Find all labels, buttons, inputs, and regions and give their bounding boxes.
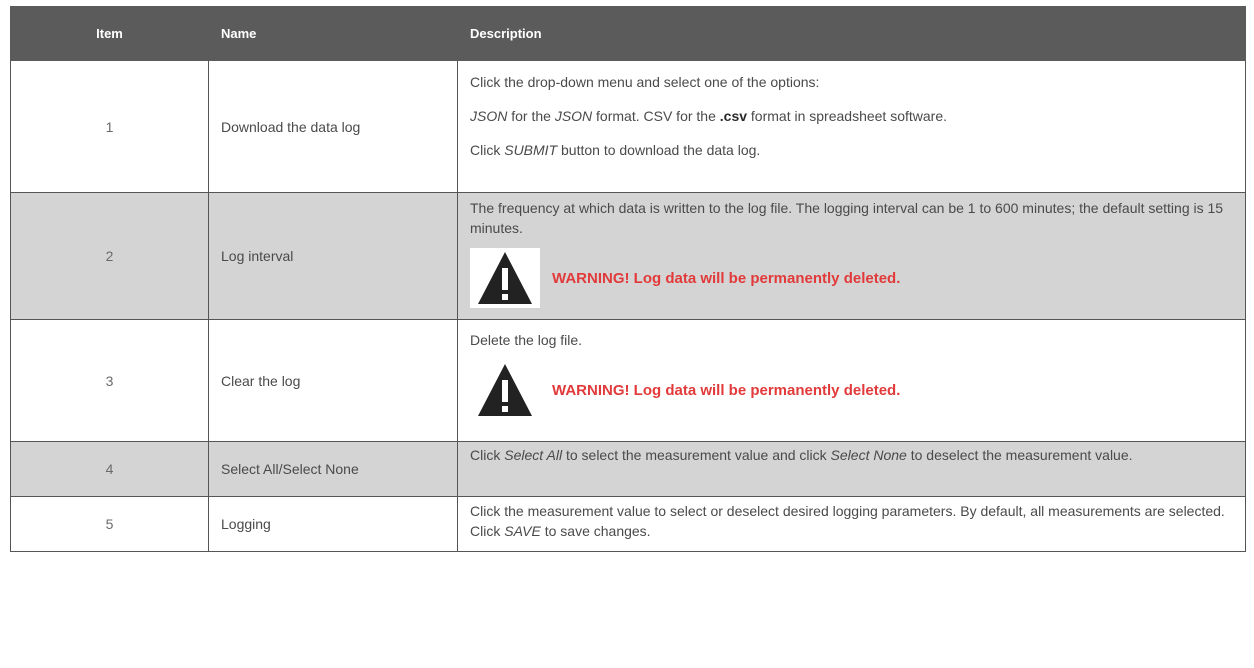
desc-line: The frequency at which data is written t… xyxy=(470,200,1224,236)
table-row: 5 Logging Click the measurement value to… xyxy=(10,496,1246,552)
desc-text: format in spreadsheet software. xyxy=(747,108,948,124)
row-item-number: 4 xyxy=(10,441,209,497)
json-term: JSON xyxy=(554,108,593,124)
row-item-number: 2 xyxy=(10,192,209,320)
desc-line: Click the drop-down menu and select one … xyxy=(470,74,820,90)
desc-line: Delete the log file. xyxy=(470,332,583,348)
submit-term: SUBMIT xyxy=(504,142,558,158)
row-description: Click the measurement value to select or… xyxy=(457,496,1246,552)
desc-line: JSON for the JSON format. CSV for the .c… xyxy=(470,106,1233,126)
header-name: Name xyxy=(208,6,458,61)
header-item: Item xyxy=(10,6,209,61)
row-name: Clear the log xyxy=(208,319,458,442)
desc-text: Click xyxy=(470,142,505,158)
select-all-term: Select All xyxy=(504,447,563,463)
desc-line: Click SUBMIT button to download the data… xyxy=(470,140,1233,160)
row-name: Download the data log xyxy=(208,60,458,193)
desc-line: Click Select All to select the measureme… xyxy=(470,445,1233,465)
row-item-number: 1 xyxy=(10,60,209,193)
row-name: Log interval xyxy=(208,192,458,320)
warning-text: WARNING! Log data will be permanently de… xyxy=(552,381,901,399)
table-row: 3 Clear the log Delete the log file. WAR… xyxy=(10,319,1246,442)
table-row: 2 Log interval The frequency at which da… xyxy=(10,192,1246,320)
select-none-term: Select None xyxy=(830,447,907,463)
json-term: JSON xyxy=(470,108,508,124)
description-table: Item Name Description 1 Download the dat… xyxy=(10,6,1246,552)
warning-text: WARNING! Log data will be permanently de… xyxy=(552,269,901,287)
desc-text: button to download the data log. xyxy=(557,142,761,158)
save-term: SAVE xyxy=(504,523,541,539)
desc-text: Click xyxy=(470,447,505,463)
row-name: Select All/Select None xyxy=(208,441,458,497)
row-name: Logging xyxy=(208,496,458,552)
desc-text: to deselect the measurement value. xyxy=(906,447,1133,463)
desc-text: for the xyxy=(507,108,555,124)
warning-triangle-icon xyxy=(470,360,540,420)
desc-text: to select the measurement value and clic… xyxy=(562,447,831,463)
row-description: Click Select All to select the measureme… xyxy=(457,441,1246,497)
row-item-number: 3 xyxy=(10,319,209,442)
desc-text: to save changes. xyxy=(540,523,651,539)
table-row: 4 Select All/Select None Click Select Al… xyxy=(10,441,1246,497)
table-header-row: Item Name Description xyxy=(10,6,1246,61)
header-description: Description xyxy=(457,6,1246,61)
warning-box: WARNING! Log data will be permanently de… xyxy=(470,360,1233,420)
table-row: 1 Download the data log Click the drop-d… xyxy=(10,60,1246,193)
csv-term: .csv xyxy=(719,108,748,124)
row-description: The frequency at which data is written t… xyxy=(457,192,1246,320)
desc-text: format. CSV for the xyxy=(592,108,720,124)
row-description: Delete the log file. WARNING! Log data w… xyxy=(457,319,1246,442)
warning-triangle-icon xyxy=(470,248,540,308)
desc-line: Click the measurement value to select or… xyxy=(470,501,1233,541)
row-item-number: 5 xyxy=(10,496,209,552)
warning-box: WARNING! Log data will be permanently de… xyxy=(470,248,1233,308)
row-description: Click the drop-down menu and select one … xyxy=(457,60,1246,193)
